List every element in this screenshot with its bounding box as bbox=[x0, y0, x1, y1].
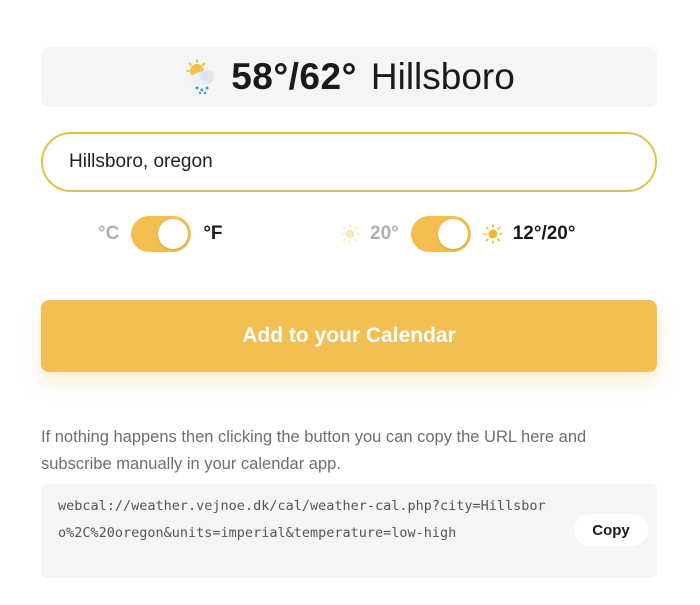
copy-button[interactable]: Copy bbox=[574, 514, 648, 546]
toggle-knob bbox=[437, 219, 468, 249]
temperature-display-toggle-group: 20° 12°/20° bbox=[340, 214, 575, 254]
cloud-sun-rain-icon bbox=[186, 59, 215, 95]
temperature-toggle-switch[interactable] bbox=[410, 216, 471, 252]
unit-toggle-group: °C °F bbox=[98, 214, 223, 254]
add-to-calendar-button[interactable]: Add to your Calendar bbox=[41, 300, 657, 372]
unit-toggle-switch[interactable] bbox=[131, 216, 192, 252]
weather-calendar-page: 58°/62° Hillsboro °C °F 20° bbox=[0, 0, 700, 605]
temperature-range: 58°/62° bbox=[231, 56, 357, 97]
sun-icon bbox=[340, 224, 360, 244]
high-temp-label[interactable]: 20° bbox=[370, 223, 399, 245]
weather-summary-header: 58°/62° Hillsboro bbox=[41, 47, 657, 107]
help-text: If nothing happens then clicking the but… bbox=[41, 428, 587, 473]
fahrenheit-label[interactable]: °F bbox=[203, 223, 222, 245]
city-name: Hillsboro bbox=[370, 56, 515, 97]
sun-icon bbox=[482, 224, 503, 244]
calendar-url[interactable]: webcal://weather.vejnoe.dk/cal/weather-c… bbox=[58, 493, 558, 547]
city-search-input[interactable] bbox=[41, 132, 657, 192]
toggle-knob bbox=[158, 219, 189, 249]
low-high-temp-label[interactable]: 12°/20° bbox=[513, 223, 576, 245]
url-box: webcal://weather.vejnoe.dk/cal/weather-c… bbox=[41, 484, 657, 578]
celsius-label[interactable]: °C bbox=[98, 223, 119, 245]
